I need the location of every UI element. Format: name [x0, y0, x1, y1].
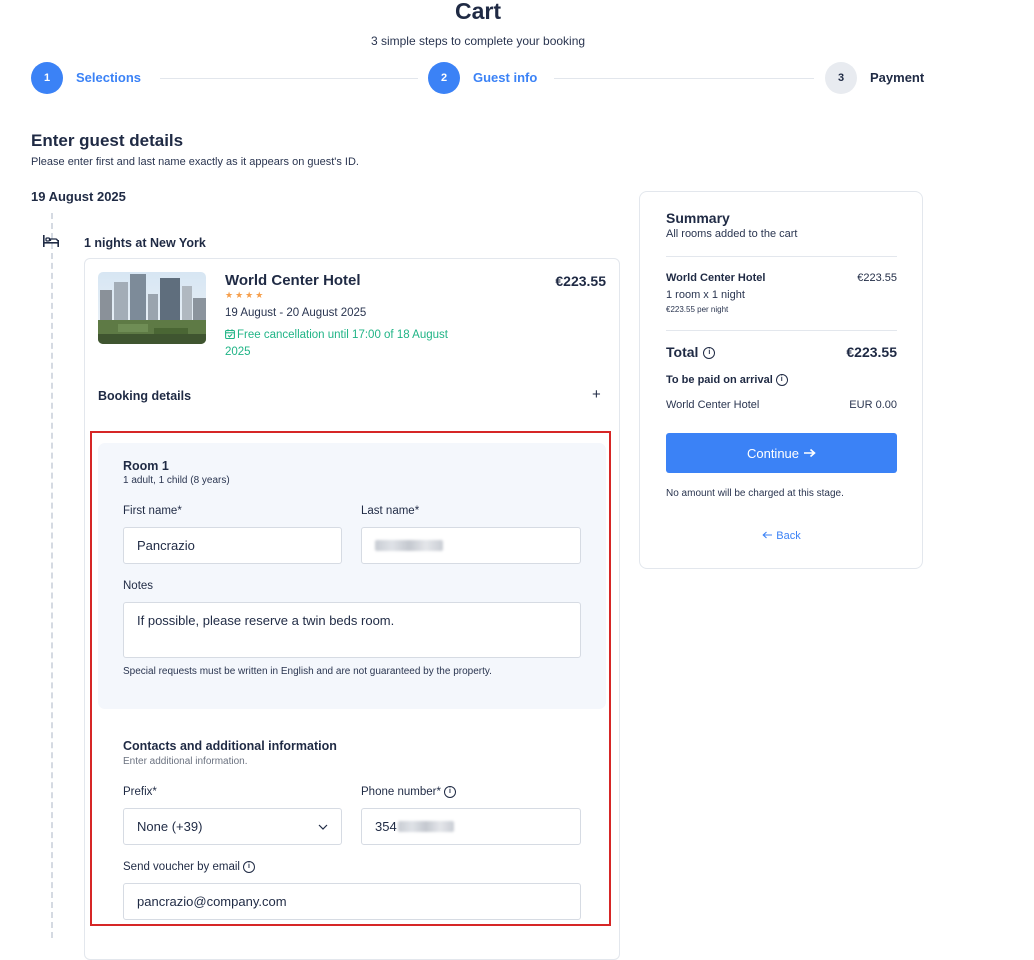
step-2-label[interactable]: Guest info — [473, 70, 537, 85]
arrow-right-icon — [804, 448, 816, 458]
step-connector — [554, 78, 814, 79]
summary-room-line: 1 room x 1 night — [666, 289, 745, 301]
summary-title: Summary — [666, 210, 730, 226]
step-2-circle[interactable]: 2 — [428, 62, 460, 94]
continue-label: Continue — [746, 445, 800, 461]
summary-total-label: Total i — [666, 344, 716, 360]
summary-per-night: €223.55 per night — [666, 305, 729, 314]
page-title: Cart — [454, 0, 501, 24]
calendar-check-icon — [225, 329, 235, 340]
total-label-text: Total — [666, 344, 699, 360]
divider — [666, 256, 897, 257]
arrival-amount: EUR 0.00 — [849, 399, 897, 411]
hotel-image — [98, 272, 206, 344]
plus-icon[interactable]: + — [592, 386, 601, 403]
info-icon[interactable]: i — [703, 347, 716, 360]
booking-details-toggle[interactable]: Booking details — [98, 389, 191, 403]
highlight-box — [90, 431, 611, 926]
stay-label: 1 nights at New York — [84, 236, 206, 250]
step-3-circle: 3 — [825, 62, 857, 94]
timeline-line — [51, 213, 53, 938]
step-3-label: Payment — [870, 70, 925, 85]
pay-on-arrival-label: To be paid on arrival i — [666, 374, 788, 387]
bed-icon — [43, 235, 59, 247]
hotel-dates: 19 August - 20 August 2025 — [225, 307, 367, 319]
section-subheading: Please enter first and last name exactly… — [31, 156, 359, 168]
continue-button[interactable]: Continue — [666, 433, 897, 473]
info-icon[interactable]: i — [775, 374, 788, 387]
page-subtitle: 3 simple steps to complete your booking — [370, 34, 586, 48]
arrival-label-text: To be paid on arrival — [666, 374, 773, 386]
section-heading: Enter guest details — [31, 131, 184, 150]
summary-hotel-name: World Center Hotel — [666, 272, 766, 284]
no-charge-note: No amount will be charged at this stage. — [666, 488, 844, 499]
hotel-name: World Center Hotel — [225, 272, 361, 289]
divider — [666, 330, 897, 331]
free-cancellation-text: Free cancellation until 17:00 of 18 Augu… — [225, 329, 448, 358]
back-label: Back — [776, 530, 801, 542]
summary-total-value: €223.55 — [846, 344, 897, 360]
summary-hotel-price: €223.55 — [857, 272, 897, 284]
step-1-label[interactable]: Selections — [76, 70, 141, 85]
arrow-left-icon — [762, 531, 773, 539]
summary-subtitle: All rooms added to the cart — [666, 228, 798, 240]
arrival-hotel-name: World Center Hotel — [666, 399, 760, 411]
step-1-circle[interactable]: 1 — [31, 62, 63, 94]
stay-date: 19 August 2025 — [31, 189, 126, 204]
star-rating: ★★★★ — [225, 290, 266, 300]
step-connector — [160, 78, 418, 79]
free-cancellation: Free cancellation until 17:00 of 18 Augu… — [225, 327, 465, 361]
back-link[interactable]: Back — [666, 530, 897, 542]
hotel-price: €223.55 — [555, 273, 606, 289]
